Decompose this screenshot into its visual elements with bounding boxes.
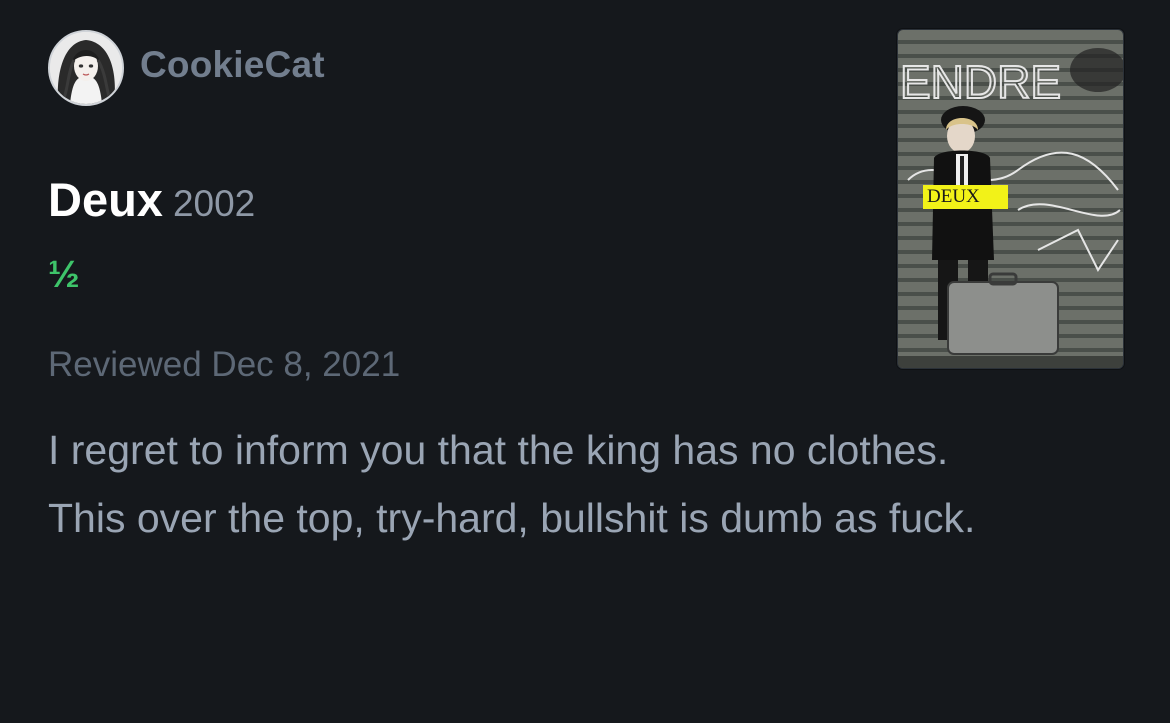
poster-graffiti: ENDRE: [900, 56, 1061, 108]
review-card: CookieCat Deux 2002 ½ Reviewed Dec 8, 202…: [0, 0, 1170, 723]
username[interactable]: CookieCat: [140, 44, 325, 86]
film-year[interactable]: 2002: [173, 183, 255, 224]
film-heading: Deux 2002: [48, 172, 255, 227]
poster-title-label: DEUX: [923, 185, 1008, 209]
review-date[interactable]: Reviewed Dec 8, 2021: [48, 345, 400, 385]
review-text: I regret to inform you that the king has…: [48, 416, 1058, 552]
avatar[interactable]: [48, 30, 124, 106]
film-poster[interactable]: ENDRE DEUX: [897, 29, 1124, 369]
review-paragraph: This over the top, try-hard, bullshit is…: [48, 495, 976, 541]
film-title[interactable]: Deux: [48, 173, 163, 226]
avatar-illustration-icon: [50, 32, 122, 104]
review-paragraph: I regret to inform you that the king has…: [48, 427, 949, 473]
star-rating: ½: [48, 254, 80, 296]
